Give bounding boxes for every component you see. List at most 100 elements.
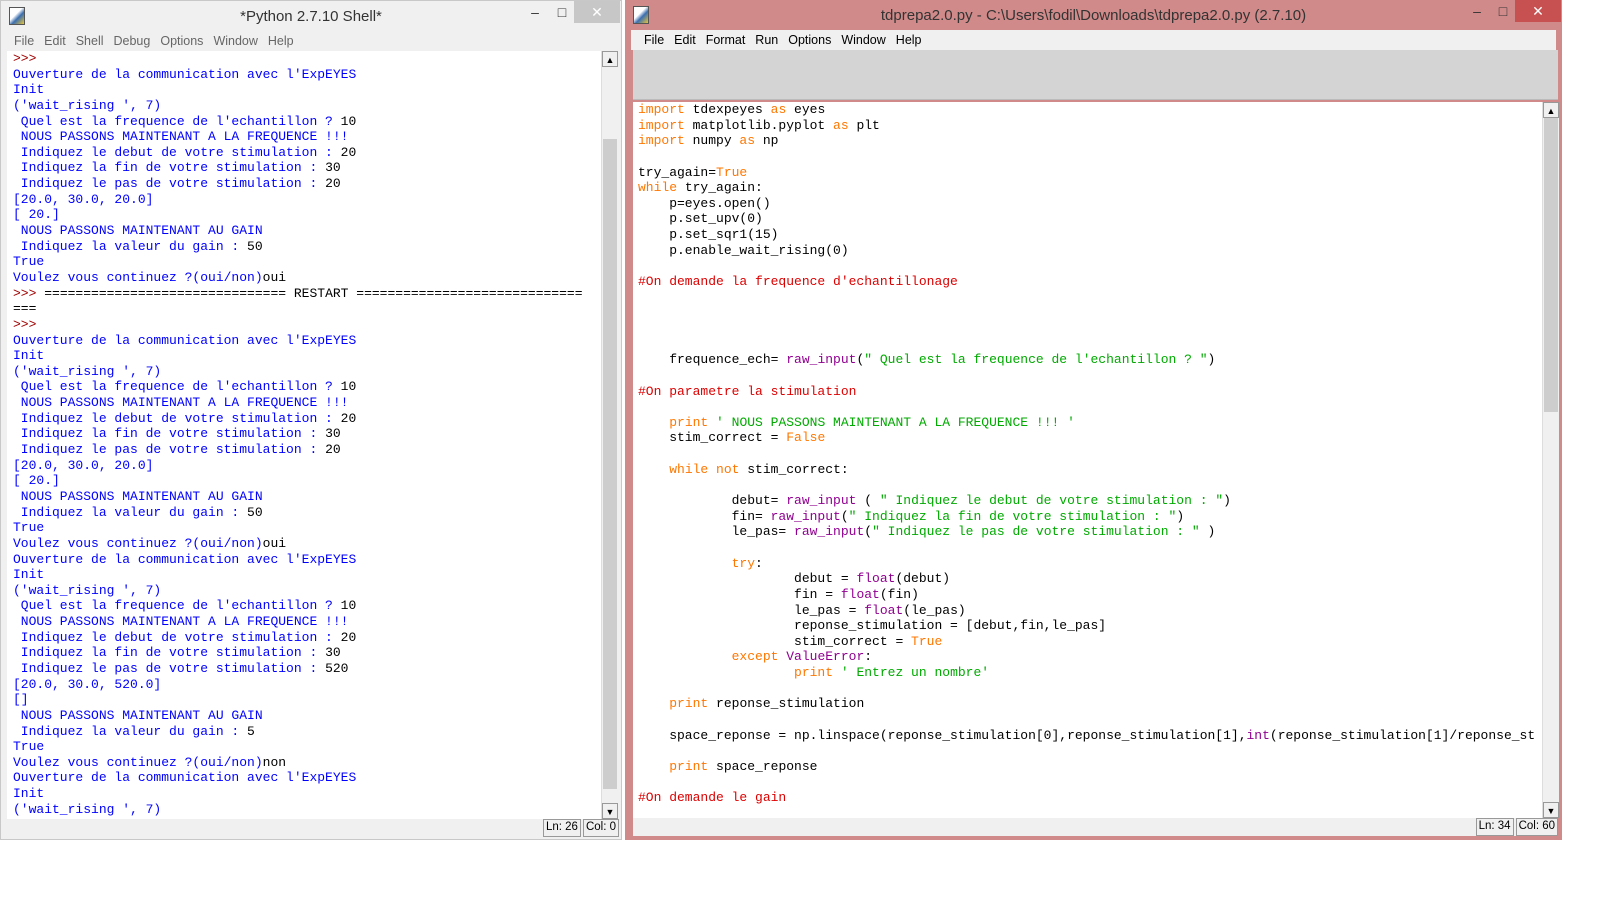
code-line-token: try_again: bbox=[677, 180, 763, 196]
scroll-down-icon[interactable]: ▼ bbox=[602, 803, 618, 819]
shell-line-token: >>> bbox=[13, 316, 45, 332]
shell-line: >>> bbox=[13, 317, 595, 333]
shell-line-token: NOUS PASSONS MAINTENANT AU GAIN bbox=[13, 488, 263, 504]
code-line-token: space_reponse bbox=[708, 758, 818, 774]
code-line-token: np bbox=[755, 133, 779, 149]
shell-scrollbar[interactable]: ▲ ▼ bbox=[601, 51, 618, 819]
menu-edit[interactable]: Edit bbox=[39, 34, 71, 48]
shell-line: [20.0, 30.0, 20.0] bbox=[13, 458, 595, 474]
menu-options[interactable]: Options bbox=[783, 33, 836, 47]
menu-window[interactable]: Window bbox=[208, 34, 262, 48]
menu-file[interactable]: File bbox=[9, 34, 39, 48]
code-line: print reponse_stimulation bbox=[638, 696, 1538, 712]
menu-help[interactable]: Help bbox=[891, 33, 927, 47]
editor-status-bar: Ln: 34 Col: 60 bbox=[633, 818, 1558, 836]
shell-line-token: [20.0, 30.0, 520.0] bbox=[13, 676, 162, 692]
shell-line-token: Indiquez la fin de votre stimulation : bbox=[13, 645, 326, 661]
shell-line: Init bbox=[13, 786, 595, 802]
menu-shell[interactable]: Shell bbox=[71, 34, 109, 48]
shell-line: Init bbox=[13, 567, 595, 583]
scroll-up-icon[interactable]: ▲ bbox=[602, 51, 618, 67]
maximize-icon[interactable]: □ bbox=[548, 1, 576, 23]
shell-output-area[interactable]: >>> Ouverture de la communication avec l… bbox=[7, 51, 601, 819]
code-line-token: " Indiquez le debut de votre stimulation… bbox=[879, 493, 1224, 509]
shell-line-token: ('wait_rising ', 7) bbox=[13, 801, 162, 817]
shell-line: Indiquez la fin de votre stimulation : 3… bbox=[13, 645, 595, 661]
shell-line-token: >>> bbox=[13, 51, 45, 66]
code-line-token: ValueError bbox=[786, 649, 865, 665]
menu-debug[interactable]: Debug bbox=[109, 34, 156, 48]
code-line-token: except bbox=[731, 649, 779, 665]
shell-line: True bbox=[13, 254, 595, 270]
shell-line-token: 10 bbox=[340, 113, 357, 129]
shell-title-bar[interactable]: *Python 2.7.10 Shell* – □ ✕ bbox=[1, 1, 621, 31]
shell-line-token: Indiquez la valeur du gain : bbox=[13, 723, 248, 739]
scrollbar-thumb[interactable] bbox=[1544, 118, 1558, 412]
code-line: #On demande la frequence d'echantillonag… bbox=[638, 274, 1538, 290]
scroll-down-icon[interactable]: ▼ bbox=[1543, 802, 1559, 818]
shell-line-token: Indiquez la valeur du gain : bbox=[13, 238, 248, 254]
code-editor[interactable]: import tdexpeyes as eyes import matplotli… bbox=[633, 102, 1543, 818]
menu-window[interactable]: Window bbox=[836, 33, 890, 47]
shell-line-token: Quel est la frequence de l'echantillon ? bbox=[13, 598, 341, 614]
code-line-token: stim_correct = bbox=[638, 430, 787, 446]
minimize-icon[interactable]: – bbox=[1463, 0, 1491, 22]
close-icon[interactable]: ✕ bbox=[1515, 0, 1561, 22]
code-line-token: ( bbox=[840, 508, 849, 524]
editor-title: tdprepa2.0.py - C:\Users\fodil\Downloads… bbox=[880, 7, 1307, 24]
scroll-up-icon[interactable]: ▲ bbox=[1543, 102, 1559, 118]
shell-line: Init bbox=[13, 348, 595, 364]
code-line: fin= raw_input(" Indiquez la fin de votr… bbox=[638, 509, 1538, 525]
code-line-token: ' NOUS PASSONS MAINTENANT A LA FREQUENCE… bbox=[708, 414, 1075, 430]
editor-toolbar-area bbox=[633, 50, 1558, 100]
menu-edit[interactable]: Edit bbox=[669, 33, 701, 47]
shell-line: ('wait_rising ', 7) bbox=[13, 802, 595, 818]
code-line: stim_correct = False bbox=[638, 430, 1538, 446]
code-line-token: False bbox=[786, 430, 826, 446]
code-line: p.set_sqr1(15) bbox=[638, 227, 1538, 243]
shell-line-token: >>> bbox=[13, 285, 45, 301]
shell-line-token: Indiquez le pas de votre stimulation : bbox=[13, 176, 326, 192]
code-line-token: import bbox=[638, 102, 685, 117]
minimize-icon[interactable]: – bbox=[521, 1, 549, 23]
shell-line-token: NOUS PASSONS MAINTENANT AU GAIN bbox=[13, 223, 263, 239]
code-line: p=eyes.open() bbox=[638, 196, 1538, 212]
code-line-token: frequence_ech= bbox=[638, 352, 787, 368]
shell-line-token: ('wait_rising ', 7) bbox=[13, 363, 162, 379]
scrollbar-thumb[interactable] bbox=[603, 139, 617, 789]
code-line: stim_correct = True bbox=[638, 634, 1538, 650]
shell-line-token: True bbox=[13, 254, 45, 270]
code-line-token bbox=[638, 556, 732, 571]
close-icon[interactable]: ✕ bbox=[574, 1, 620, 23]
maximize-icon[interactable]: □ bbox=[1489, 0, 1517, 22]
menu-format[interactable]: Format bbox=[701, 33, 751, 47]
code-line-token: ) bbox=[1176, 508, 1185, 524]
code-line-token: p.enable_wait_rising(0) bbox=[638, 242, 849, 258]
menu-options[interactable]: Options bbox=[155, 34, 208, 48]
shell-line-token: Voulez vous continuez ?(oui/non) bbox=[13, 269, 263, 285]
shell-line-token: 5 bbox=[247, 723, 255, 739]
shell-line-token: [] bbox=[13, 692, 29, 708]
shell-line-token: NOUS PASSONS MAINTENANT A LA FREQUENCE !… bbox=[13, 395, 349, 411]
menu-file[interactable]: File bbox=[639, 33, 669, 47]
editor-scrollbar[interactable]: ▲ ▼ bbox=[1542, 102, 1559, 818]
editor-title-bar[interactable]: tdprepa2.0.py - C:\Users\fodil\Downloads… bbox=[625, 0, 1562, 30]
shell-line: Ouverture de la communication avec l'Exp… bbox=[13, 67, 595, 83]
code-line-token: not bbox=[716, 461, 740, 477]
code-line-token: ) bbox=[1199, 524, 1216, 540]
menu-run[interactable]: Run bbox=[750, 33, 783, 47]
shell-line-token: ('wait_rising ', 7) bbox=[13, 582, 162, 598]
code-line-token: import bbox=[638, 117, 685, 133]
code-line-token: raw_input bbox=[794, 524, 865, 540]
shell-line-token: 20 bbox=[325, 442, 341, 458]
menu-help[interactable]: Help bbox=[263, 34, 299, 48]
shell-line: NOUS PASSONS MAINTENANT AU GAIN bbox=[13, 489, 595, 505]
shell-line: True bbox=[13, 520, 595, 536]
